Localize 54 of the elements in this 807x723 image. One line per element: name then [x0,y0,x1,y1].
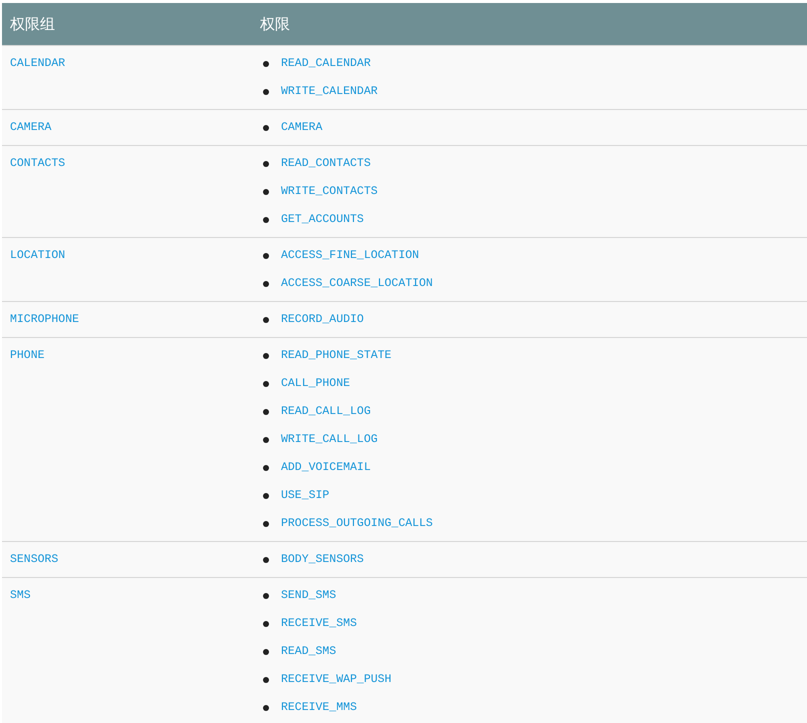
permission-text: WRITE_CALL_LOG [281,432,378,448]
column-header: 权限组 [9,14,56,34]
permission-text: WRITE_CALENDAR [281,84,378,100]
bullet-icon [263,677,269,683]
bullet-icon [263,649,269,655]
table-cell-text: CALENDAR [10,56,66,72]
permission-text: SEND_SMS [281,588,336,604]
bullet-icon [263,125,269,131]
bullet-icon [263,493,269,499]
permission-text: READ_PHONE_STATE [281,348,392,364]
permission-text: GET_ACCOUNTS [281,212,364,228]
permission-text: BODY_SENSORS [281,552,364,568]
permission-text: WRITE_CONTACTS [281,184,378,200]
permission-text: CALL_PHONE [281,376,350,392]
bullet-icon [263,521,269,527]
table-cell-text: SENSORS [10,552,58,568]
bullet-icon [263,593,269,599]
permission-text: PROCESS_OUTGOING_CALLS [281,516,433,532]
permission-text: READ_CONTACTS [281,156,371,172]
permission-text: READ_SMS [281,644,336,660]
column-header: 权限 [259,14,291,34]
bullet-icon [263,189,269,195]
permission-text: CAMERA [281,120,322,136]
permission-text: RECEIVE_SMS [281,616,357,632]
bullet-icon [263,705,269,711]
table-cell-text: CONTACTS [10,156,66,172]
table-cell-text: SMS [10,588,31,604]
bullet-icon [263,621,269,627]
permission-text: ACCESS_FINE_LOCATION [281,248,420,264]
permission-text: ADD_VOICEMAIL [281,460,371,476]
bullet-icon [263,409,269,415]
permission-text: READ_CALENDAR [281,56,371,72]
bullet-icon [263,161,269,167]
bullet-icon [263,557,269,563]
permission-text: READ_CALL_LOG [281,404,371,420]
bullet-icon [263,281,269,287]
table-cell-text: PHONE [10,348,45,364]
bullet-icon [263,61,269,67]
table-cell-text: MICROPHONE [10,312,80,328]
bullet-icon [263,253,269,259]
table-cell-text: LOCATION [10,248,66,264]
bullet-icon [263,465,269,471]
bullet-icon [263,317,269,323]
permission-text: RECEIVE_MMS [281,700,357,716]
bullet-icon [263,353,269,359]
bullet-icon [263,217,269,223]
bullet-icon [263,381,269,387]
permission-text: ACCESS_COARSE_LOCATION [281,276,433,292]
table-cell-text: CAMERA [10,120,52,136]
permission-text: RECEIVE_WAP_PUSH [281,672,392,688]
bullet-icon [263,437,269,443]
permission-text: USE_SIP [281,488,330,504]
bullet-icon [263,89,269,95]
permission-text: RECORD_AUDIO [281,312,364,328]
